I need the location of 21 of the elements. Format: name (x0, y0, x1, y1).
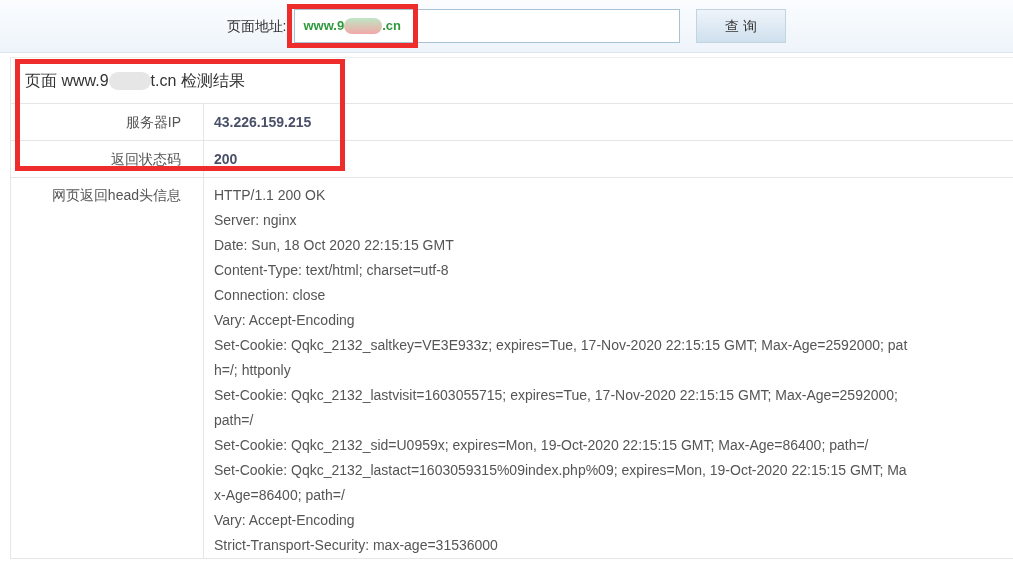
field-value: 43.226.159.215 (214, 112, 312, 132)
field-label: 返回状态码 (111, 149, 181, 169)
header-line: Vary: Accept-Encoding (214, 511, 356, 530)
field-value: 200 (214, 149, 238, 169)
field-label: 网页返回head头信息 (51, 187, 181, 203)
field-label: 服务器IP (125, 112, 181, 132)
header-line: Vary: Accept-Encoding (214, 311, 356, 330)
header-line: Server: nginx (214, 211, 298, 230)
header-line: Set-Cookie: Qqkc_2132_saltkey=VE3E933z; expires=Tue, 17-Nov-2020 22:15:15 GMT; Max-Age=2592000; path=/; httponly (214, 336, 909, 380)
result-title: 页面 www.9 t.cn 检测结果 (25, 70, 245, 93)
header-line: HTTP/1.1 200 OK (214, 186, 327, 205)
header-line: Set-Cookie: Qqkc_2132_lastact=1603059315%09index.php%09; expires=Mon, 19-Oct-2020 22:15:15 GMT; Max-Age=86400; path=/ (214, 461, 908, 505)
header-line: Content-Type: text/html; charset=utf-8 (214, 261, 450, 280)
header-line: Set-Cookie: Qqkc_2132_sid=U0959x; expires=Mon, 19-Oct-2020 22:15:15 GMT; Max-Age=86400; path=/ (214, 436, 870, 455)
header-line: Connection: close (214, 286, 327, 305)
header-line: Set-Cookie: Qqkc_2132_lastvisit=1603055715; expires=Tue, 17-Nov-2020 22:15:15 GMT; Max-Age=2592000; path=/ (214, 386, 899, 430)
address-label: 页面地址: (226, 16, 287, 36)
header-line: Strict-Transport-Security: max-age=31536000 (214, 536, 499, 555)
header-line: Date: Sun, 18 Oct 2020 22:15:15 GMT (214, 236, 455, 255)
query-button[interactable]: 查 询 (696, 9, 787, 43)
url-field[interactable]: www.9 .cn (294, 9, 681, 43)
